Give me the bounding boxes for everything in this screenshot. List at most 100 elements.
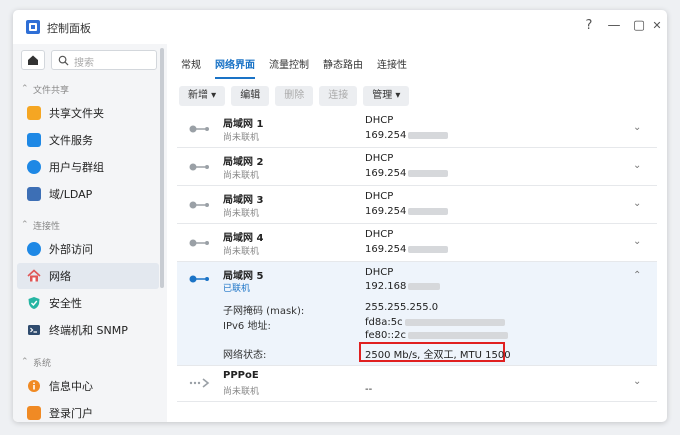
- sidebar-item-security[interactable]: 安全性: [17, 290, 159, 316]
- interface-name: 局域网 3: [223, 195, 264, 206]
- interface-row-lan1[interactable]: 局域网 1 尚未联机 DHCP 169.254 ⌄: [177, 110, 657, 148]
- window-title: 控制面板: [47, 22, 91, 35]
- interface-row-lan4[interactable]: 局域网 4 尚未联机 DHCP 169.254 ⌄: [177, 224, 657, 262]
- globe-icon: [27, 242, 41, 256]
- terminal-icon: [28, 325, 40, 335]
- domain-icon: [27, 187, 41, 201]
- interface-name: 局域网 4: [223, 233, 264, 244]
- disconnected-icon: [189, 163, 209, 171]
- redacted-blur: [408, 131, 449, 139]
- login-portal-icon: [27, 406, 41, 420]
- redacted-blur: [408, 331, 508, 339]
- interface-ip: 169.254: [365, 168, 449, 179]
- interface-mode: DHCP: [365, 191, 394, 202]
- connect-button[interactable]: 连接: [319, 86, 358, 106]
- tab-network-interface[interactable]: 网络界面: [215, 56, 255, 79]
- section-connectivity[interactable]: ⌃ 连接性: [21, 218, 60, 232]
- expand-chevron-icon[interactable]: ⌄: [633, 198, 641, 209]
- expand-chevron-icon[interactable]: ⌄: [633, 376, 641, 387]
- interface-name: 局域网 5: [223, 271, 264, 282]
- expand-chevron-icon[interactable]: ⌄: [633, 122, 641, 133]
- mask-label: 子网掩码 (mask):: [223, 306, 305, 317]
- sidebar-item-users-groups[interactable]: 用户与群组: [17, 154, 159, 180]
- sidebar-scrollbar[interactable]: [160, 48, 164, 288]
- tab-traffic-control[interactable]: 流量控制: [269, 56, 309, 79]
- users-icon: [27, 160, 41, 174]
- interface-mode: DHCP: [365, 229, 394, 240]
- home-icon: [28, 55, 38, 65]
- interface-row-pppoe[interactable]: PPPoE 尚未联机 -- ⌄: [177, 366, 657, 402]
- new-button[interactable]: 新增 ▾: [179, 86, 226, 106]
- redacted-blur: [408, 169, 449, 177]
- interface-mode: --: [365, 384, 373, 395]
- search-placeholder: 搜索: [74, 58, 94, 69]
- delete-button[interactable]: 删除: [275, 86, 314, 106]
- info-icon: [28, 380, 40, 392]
- expand-chevron-icon[interactable]: ⌄: [633, 160, 641, 171]
- interface-row-lan3[interactable]: 局域网 3 尚未联机 DHCP 169.254 ⌄: [177, 186, 657, 224]
- tab-connectivity[interactable]: 连接性: [377, 56, 407, 79]
- close-button[interactable]: ✕: [647, 16, 667, 36]
- network-status-label: 网络状态:: [223, 350, 267, 361]
- search-icon: [58, 55, 69, 66]
- interface-name: 局域网 2: [223, 157, 264, 168]
- folder-icon: [27, 106, 41, 120]
- pppoe-arrow-icon: [189, 378, 210, 388]
- collapse-chevron-icon: ⌃: [21, 220, 29, 230]
- sidebar-search-input[interactable]: 搜索: [51, 50, 157, 70]
- sidebar-item-login-portal[interactable]: 登录门户: [17, 400, 159, 422]
- control-panel-icon: [26, 20, 40, 34]
- interface-status: 尚未联机: [223, 133, 260, 143]
- sidebar: 搜索 ⌃ 文件共享 共享文件夹 文件服务 用户与群组 域/LDAP ⌃ 连接性: [13, 44, 167, 422]
- interface-status: 已联机: [223, 284, 251, 294]
- section-file-sharing[interactable]: ⌃ 文件共享: [21, 82, 69, 96]
- connected-icon: [189, 275, 209, 283]
- minimize-button[interactable]: —: [604, 16, 624, 36]
- toolbar: 新增 ▾ 编辑 删除 连接 管理 ▾: [179, 86, 415, 106]
- manage-button[interactable]: 管理 ▾: [363, 86, 410, 106]
- ipv6-label: IPv6 地址:: [223, 321, 271, 332]
- sidebar-item-domain-ldap[interactable]: 域/LDAP: [17, 181, 159, 207]
- sidebar-item-file-services[interactable]: 文件服务: [17, 127, 159, 153]
- collapse-chevron-icon: ⌃: [21, 357, 29, 367]
- control-panel-window: 控制面板 ? — ▢ ✕ 搜索 ⌃ 文件共享 共享文件夹 文件服务 用户与群组 …: [13, 10, 667, 422]
- help-button[interactable]: ?: [579, 16, 599, 36]
- maximize-button[interactable]: ▢: [629, 16, 649, 36]
- interface-ip: 192.168: [365, 281, 441, 292]
- sidebar-item-shared-folder[interactable]: 共享文件夹: [17, 100, 159, 126]
- sidebar-item-network[interactable]: 网络: [17, 263, 159, 289]
- sidebar-item-info-center[interactable]: 信息中心: [17, 373, 159, 399]
- tab-static-route[interactable]: 静态路由: [323, 56, 363, 79]
- interface-status: 尚未联机: [223, 209, 260, 219]
- main-panel: 常规 网络界面 流量控制 静态路由 连接性 新增 ▾ 编辑 删除 连接 管理 ▾…: [167, 44, 667, 422]
- tab-bar: 常规 网络界面 流量控制 静态路由 连接性: [181, 56, 421, 79]
- interface-mode: DHCP: [365, 153, 394, 164]
- redacted-blur: [408, 282, 441, 290]
- edit-button[interactable]: 编辑: [231, 86, 270, 106]
- file-services-icon: [27, 133, 41, 147]
- sidebar-item-terminal-snmp[interactable]: 终端机和 SNMP: [17, 317, 159, 343]
- expand-chevron-icon[interactable]: ⌄: [633, 236, 641, 247]
- ipv6-address-2: fe80::2c: [365, 330, 508, 341]
- interface-ip: 169.254: [365, 130, 449, 141]
- interface-row-lan2[interactable]: 局域网 2 尚未联机 DHCP 169.254 ⌄: [177, 148, 657, 186]
- tab-general[interactable]: 常规: [181, 56, 201, 79]
- sidebar-item-external-access[interactable]: 外部访问: [17, 236, 159, 262]
- interface-mode: DHCP: [365, 115, 394, 126]
- shield-icon: [28, 297, 40, 309]
- redacted-blur: [408, 245, 449, 253]
- redacted-blur: [408, 207, 449, 215]
- interface-status: 尚未联机: [223, 171, 260, 181]
- interface-ip: 169.254: [365, 244, 449, 255]
- disconnected-icon: [189, 239, 209, 247]
- title-bar: 控制面板 ? — ▢ ✕: [13, 10, 667, 44]
- interface-name: PPPoE: [223, 370, 259, 381]
- redacted-blur: [404, 318, 505, 326]
- home-button[interactable]: [21, 50, 45, 70]
- interface-row-lan5[interactable]: 局域网 5 已联机 DHCP 192.168 ⌃ 子网掩码 (mask): 25…: [177, 262, 657, 366]
- disconnected-icon: [189, 125, 209, 133]
- collapse-chevron-icon[interactable]: ⌃: [633, 270, 641, 281]
- ipv6-address-1: fd8a:5c: [365, 317, 505, 328]
- section-system[interactable]: ⌃ 系统: [21, 355, 51, 369]
- house-network-icon: [27, 269, 41, 282]
